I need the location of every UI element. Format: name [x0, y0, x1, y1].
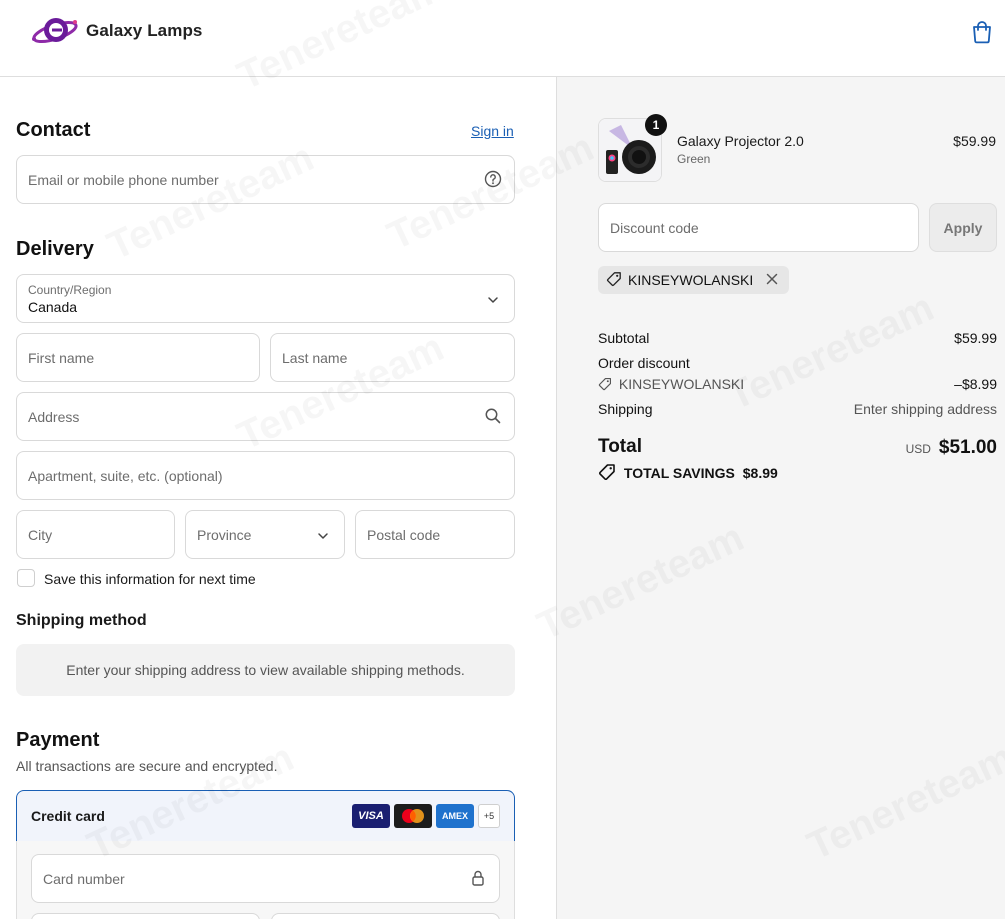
discount-code-placeholder: Discount code — [610, 220, 699, 236]
subtotal-row: Subtotal $59.99 — [598, 330, 997, 346]
galaxy-logo-icon — [28, 13, 80, 49]
tag-icon — [598, 377, 612, 394]
applied-code-text: KINSEYWOLANSKI — [628, 272, 754, 288]
discount-code-field[interactable]: Discount code — [598, 203, 919, 252]
province-placeholder: Province — [197, 527, 252, 543]
payment-heading: Payment — [16, 729, 100, 751]
discount-code-row: KINSEYWOLANSKI –$8.99 — [598, 376, 997, 394]
last-name-placeholder: Last name — [282, 350, 348, 366]
address-field[interactable]: Address — [16, 392, 515, 441]
province-select[interactable]: Province — [185, 510, 345, 559]
first-name-placeholder: First name — [28, 350, 95, 366]
postal-code-field[interactable]: Postal code — [355, 510, 515, 559]
delivery-heading: Delivery — [16, 238, 94, 260]
order-discount-row: Order discount — [598, 355, 997, 371]
help-icon[interactable] — [484, 170, 502, 188]
card-logos: VISA AMEX +5 — [352, 804, 500, 828]
total-value: $51.00 — [938, 437, 997, 458]
chevron-down-icon — [484, 291, 502, 309]
email-placeholder: Email or mobile phone number — [28, 172, 219, 188]
savings-label: TOTAL SAVINGS — [623, 465, 735, 481]
lock-icon — [469, 869, 487, 887]
discount-value: –$8.99 — [954, 376, 997, 392]
country-label: Country/Region — [28, 283, 112, 297]
credit-card-option[interactable]: Credit card VISA AMEX +5 — [16, 790, 515, 842]
shipping-method-notice: Enter your shipping address to view avai… — [16, 644, 515, 696]
shopping-bag-icon[interactable] — [971, 20, 993, 44]
remove-discount-icon[interactable] — [765, 272, 779, 289]
site-header: Galaxy Lamps — [0, 0, 1005, 77]
chevron-down-icon — [314, 527, 332, 545]
last-name-field[interactable]: Last name — [270, 333, 515, 382]
shipping-label: Shipping — [598, 401, 653, 417]
mastercard-icon — [394, 804, 432, 828]
credit-card-form: Card number — [16, 841, 515, 919]
product-variant: Green — [677, 152, 711, 166]
product-name: Galaxy Projector 2.0 — [677, 133, 804, 149]
city-placeholder: City — [28, 527, 53, 543]
save-info-checkbox[interactable] — [17, 569, 35, 587]
order-summary: 1 Galaxy Projector 2.0 Green $59.99 Disc… — [556, 77, 1005, 919]
quantity-badge: 1 — [645, 114, 667, 136]
more-cards-badge: +5 — [478, 804, 500, 828]
shipping-method-heading: Shipping method — [16, 612, 147, 629]
total-savings-row: TOTAL SAVINGS $8.99 — [598, 463, 997, 484]
country-value: Canada — [28, 299, 78, 315]
apartment-field[interactable]: Apartment, suite, etc. (optional) — [16, 451, 515, 500]
savings-value: $8.99 — [742, 465, 778, 481]
subtotal-value: $59.99 — [954, 330, 997, 346]
search-icon — [484, 407, 502, 425]
applied-discount-chip: KINSEYWOLANSKI — [598, 266, 790, 294]
checkout-form: Contact Sign in Email or mobile phone nu… — [0, 77, 556, 919]
shipping-value: Enter shipping address — [853, 401, 997, 417]
brand-logo[interactable]: Galaxy Lamps — [28, 13, 202, 49]
shipping-row: Shipping Enter shipping address — [598, 401, 997, 417]
postal-code-placeholder: Postal code — [367, 527, 441, 543]
discount-code-text: KINSEYWOLANSKI — [618, 376, 745, 392]
amex-icon: AMEX — [436, 804, 474, 828]
subtotal-label: Subtotal — [598, 330, 650, 346]
contact-heading: Contact — [16, 119, 91, 141]
card-number-placeholder: Card number — [43, 871, 125, 887]
visa-icon: VISA — [352, 804, 390, 828]
savings-tag-icon — [598, 463, 616, 484]
total-label: Total — [598, 436, 642, 457]
apply-button[interactable]: Apply — [929, 203, 997, 252]
country-select[interactable]: Country/Region Canada — [16, 274, 515, 323]
currency-code: USD — [905, 442, 931, 456]
address-placeholder: Address — [28, 409, 80, 425]
order-discount-label: Order discount — [598, 355, 690, 371]
total-row: Total USD $51.00 — [598, 436, 997, 462]
apartment-placeholder: Apartment, suite, etc. (optional) — [28, 468, 223, 484]
tag-icon — [606, 271, 622, 290]
city-field[interactable]: City — [16, 510, 175, 559]
brand-name: Galaxy Lamps — [86, 21, 203, 40]
credit-card-label: Credit card — [31, 808, 105, 824]
shipping-method-message: Enter your shipping address to view avai… — [66, 662, 465, 678]
payment-subtitle: All transactions are secure and encrypte… — [16, 758, 278, 774]
card-number-field[interactable]: Card number — [31, 854, 500, 903]
email-field[interactable]: Email or mobile phone number — [16, 155, 515, 204]
sign-in-link[interactable]: Sign in — [471, 123, 514, 139]
expiry-field[interactable] — [31, 913, 260, 919]
product-price: $59.99 — [953, 133, 996, 149]
first-name-field[interactable]: First name — [16, 333, 260, 382]
security-code-field[interactable] — [271, 913, 500, 919]
save-info-label: Save this information for next time — [44, 571, 256, 587]
